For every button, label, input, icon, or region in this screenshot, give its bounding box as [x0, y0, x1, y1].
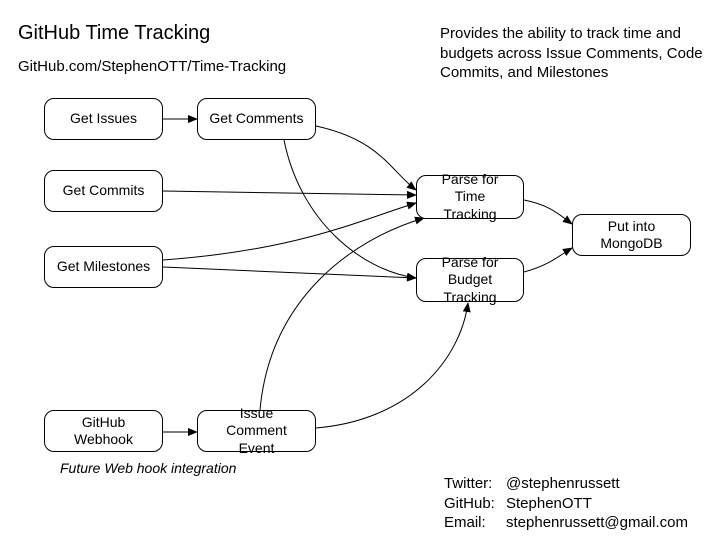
- node-get-milestones: Get Milestones: [44, 246, 163, 288]
- node-mongodb: Put into MongoDB: [572, 214, 691, 256]
- contact-email-value: stephenrussett@gmail.com: [506, 513, 688, 533]
- contact-block: Twitter: @stephenrussett GitHub: Stephen…: [444, 474, 688, 533]
- contact-github-value: StephenOTT: [506, 494, 592, 514]
- webhook-caption: Future Web hook integration: [60, 460, 236, 476]
- node-get-issues: Get Issues: [44, 98, 163, 140]
- contact-github-label: GitHub:: [444, 494, 506, 514]
- contact-email-label: Email:: [444, 513, 506, 533]
- description-text: Provides the ability to track time and b…: [440, 24, 720, 83]
- page-title: GitHub Time Tracking: [18, 22, 210, 45]
- node-parse-time: Parse for Time Tracking: [416, 175, 524, 219]
- node-issue-comment-event: Issue Comment Event: [197, 410, 316, 452]
- node-get-comments: Get Comments: [197, 98, 316, 140]
- node-parse-budget: Parse for Budget Tracking: [416, 258, 524, 302]
- contact-twitter-value: @stephenrussett: [506, 474, 620, 494]
- page-subtitle: GitHub.com/StephenOTT/Time-Tracking: [18, 58, 286, 75]
- contact-twitter-label: Twitter:: [444, 474, 506, 494]
- node-get-commits: Get Commits: [44, 170, 163, 212]
- node-github-webhook: GitHub Webhook: [44, 410, 163, 452]
